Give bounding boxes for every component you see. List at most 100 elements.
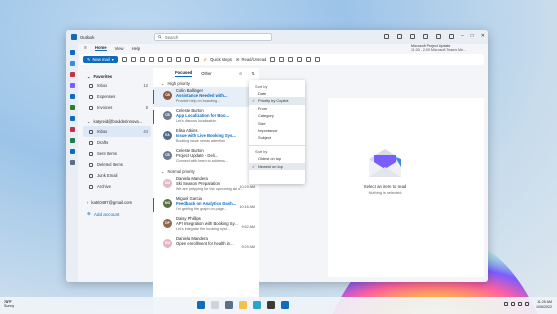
groups-app-icon[interactable] xyxy=(69,83,75,88)
folder-pane: ⌄ Favorites Inbox 12 Expenses Invoices 8 ⌄… xyxy=(80,68,154,282)
group-header-high[interactable]: ⌄ High priority xyxy=(153,79,259,87)
calendar-app-icon[interactable] xyxy=(69,61,75,66)
sort-menu-item[interactable]: Subject xyxy=(249,134,305,141)
word-app-icon[interactable] xyxy=(69,116,75,121)
powerpoint-app-icon[interactable] xyxy=(69,127,75,132)
new-mail-button[interactable]: ✎ New mail ▾ xyxy=(83,56,118,63)
folder-item[interactable]: Deleted Items xyxy=(83,159,151,170)
folder-item[interactable]: Expenses xyxy=(83,91,151,102)
tips-icon[interactable] xyxy=(449,34,454,39)
chevron-down-icon[interactable]: ▾ xyxy=(112,57,114,62)
reply-all-icon[interactable] xyxy=(175,57,181,62)
message-item[interactable]: CB Colin Ballinger Assistance Needed with.… xyxy=(153,87,259,107)
upcoming-meeting-notification[interactable]: Microsoft Project Update 11:00 - 2:00 Mi… xyxy=(411,44,483,53)
start-icon[interactable] xyxy=(197,301,205,309)
snooze-icon[interactable] xyxy=(288,57,294,62)
message-preview: Connect with team to address... xyxy=(176,158,228,163)
envelope-illustration-icon xyxy=(369,149,401,177)
more-apps-icon[interactable] xyxy=(69,160,75,165)
forward-icon[interactable] xyxy=(184,57,190,62)
chevron-up-icon[interactable] xyxy=(504,302,508,306)
tab-view[interactable]: View xyxy=(115,46,124,51)
store-icon[interactable] xyxy=(267,301,275,309)
sort-menu-item[interactable]: From xyxy=(249,105,305,112)
sort-menu-item[interactable]: ✓ Priority by Copilot xyxy=(249,97,305,105)
translate-icon[interactable] xyxy=(306,57,312,62)
sort-menu-item[interactable]: ✓ Newest on top xyxy=(249,162,305,171)
quick-steps-button[interactable]: ⚡ Quick steps xyxy=(203,57,232,63)
search-icon[interactable] xyxy=(211,301,219,309)
search-box[interactable]: Search xyxy=(154,33,272,41)
pin-icon[interactable] xyxy=(279,57,285,62)
meet-now-icon[interactable] xyxy=(384,34,389,39)
mail-app-icon[interactable] xyxy=(69,50,75,55)
message-item[interactable]: CB Celeste Burton App Localization for Boo… xyxy=(153,107,259,127)
minimize-icon[interactable]: – xyxy=(461,33,464,39)
tab-focused[interactable]: Focused xyxy=(175,70,193,77)
teams-icon[interactable] xyxy=(397,34,402,39)
message-item[interactable]: CB Celeste Burton Project Update - Deli...… xyxy=(153,147,259,167)
onedrive-app-icon[interactable] xyxy=(69,149,75,154)
archive-icon[interactable] xyxy=(130,57,136,62)
sort-menu-item[interactable]: Importance xyxy=(249,127,305,134)
todo-app-icon[interactable] xyxy=(69,105,75,110)
sort-menu-item[interactable]: Date xyxy=(249,90,305,97)
close-icon[interactable]: ✕ xyxy=(481,33,485,39)
print-icon[interactable] xyxy=(297,57,303,62)
account-header[interactable]: › katri0487@gmail.com xyxy=(83,197,151,207)
edge-icon[interactable] xyxy=(253,301,261,309)
message-item[interactable]: DM Daniela Mandera Ski Season Preparation W… xyxy=(153,175,259,195)
folder-item-inbox[interactable]: Inbox 44 xyxy=(83,126,151,137)
bell-icon[interactable] xyxy=(423,34,428,39)
category-icon[interactable] xyxy=(193,57,199,62)
message-time: 9:29 AM xyxy=(241,245,255,249)
sort-menu-item[interactable]: Category xyxy=(249,112,305,119)
sort-icon[interactable]: ⇅ xyxy=(251,71,259,76)
files-app-icon[interactable] xyxy=(69,94,75,99)
folder-item[interactable]: Inbox 12 xyxy=(83,80,151,91)
more-options-icon[interactable] xyxy=(315,57,321,62)
wifi-icon[interactable] xyxy=(511,302,515,306)
excel-app-icon[interactable] xyxy=(69,138,75,143)
delete-icon[interactable] xyxy=(121,57,127,62)
flag-icon[interactable] xyxy=(270,57,276,62)
account-header[interactable]: ⌄ katyreid@boulderinnova... xyxy=(83,116,151,126)
maximize-icon[interactable]: □ xyxy=(471,33,474,39)
group-header-normal[interactable]: ⌄ Normal priority xyxy=(153,167,259,175)
message-item[interactable]: DP Daisy Phillips API Integration with Boo… xyxy=(153,215,259,235)
hamburger-icon[interactable]: ≡ xyxy=(84,45,87,51)
folder-item[interactable]: Junk Email xyxy=(83,170,151,181)
select-icon[interactable]: ⊙ xyxy=(239,71,243,76)
gear-icon[interactable] xyxy=(436,34,441,39)
folder-item[interactable]: Archive xyxy=(83,181,151,192)
battery-icon[interactable] xyxy=(525,302,529,306)
message-item[interactable]: EA Elisa Atkins Issue with Live Booking Sy… xyxy=(153,127,259,147)
task-view-icon[interactable] xyxy=(225,301,233,309)
folder-item[interactable]: Sent Items xyxy=(83,148,151,159)
sort-menu-item[interactable]: Oldest on top xyxy=(249,155,305,162)
tab-other[interactable]: Other xyxy=(201,71,211,76)
folder-item[interactable]: Drafts xyxy=(83,137,151,148)
message-list: ⌄ High priority CB Colin Ballinger Assista… xyxy=(153,79,259,314)
report-icon[interactable] xyxy=(139,57,145,62)
speaker-icon[interactable] xyxy=(518,302,522,306)
outlook-icon[interactable] xyxy=(281,301,289,309)
clock[interactable]: 11:25 AM 10/6/2022 xyxy=(536,300,552,309)
message-item[interactable]: MG Miguel Garcia Feedback on Analytics Das… xyxy=(153,195,259,215)
sweep-icon[interactable] xyxy=(148,57,154,62)
notes-icon[interactable] xyxy=(410,34,415,39)
folder-item[interactable]: Invoices 8 xyxy=(83,102,151,113)
inbox-icon xyxy=(89,83,93,88)
people-app-icon[interactable] xyxy=(69,72,75,77)
message-item[interactable]: DM Daniela Mandera Open enrollment for hea… xyxy=(153,235,259,255)
favorites-header[interactable]: ⌄ Favorites xyxy=(83,72,151,80)
sort-menu-item[interactable]: Size xyxy=(249,120,305,127)
tab-help[interactable]: Help xyxy=(132,46,141,51)
file-explorer-icon[interactable] xyxy=(239,301,247,309)
read-unread-button[interactable]: ✉ Read/Unread xyxy=(236,57,266,62)
reply-icon[interactable] xyxy=(166,57,172,62)
add-account-button[interactable]: ⊕ Add account xyxy=(83,211,151,217)
tab-home[interactable]: Home xyxy=(94,45,107,51)
move-icon[interactable] xyxy=(157,57,163,62)
weather-widget[interactable]: 78°F Sunny xyxy=(4,300,14,309)
